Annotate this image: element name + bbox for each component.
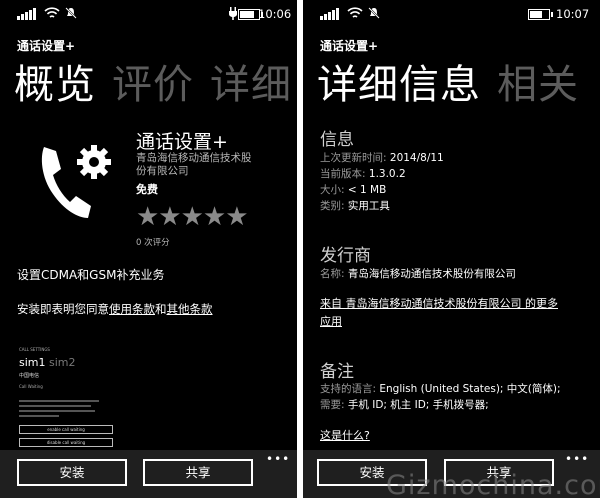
notes-heading: 备注 xyxy=(320,362,354,382)
screenshot-carrier: 中国电信 xyxy=(19,373,40,379)
screenshot-disable-button: disable call waiting xyxy=(19,438,113,447)
battery-icon xyxy=(238,9,263,20)
app-icon-phone-gear xyxy=(41,145,111,218)
publisher-name-row: 名称: 青岛海信移动通信技术股份有限公司 xyxy=(320,268,516,280)
pivot-tab-reviews[interactable]: 评价 xyxy=(112,62,194,108)
screenshot-text-line xyxy=(19,405,91,407)
screenshot-section: Call Waiting xyxy=(19,384,43,389)
watermark: Gizmochina.com xyxy=(386,470,600,498)
publisher-name[interactable]: 青岛海信移动通信技术股份有限公司 xyxy=(136,152,254,178)
screenshot-text-line xyxy=(19,410,95,412)
phone-screen-overview: 10:06 通话设置+ 概览 评价 详细 通话设置+ 青岛海信移动通信技术股份有限公… xyxy=(0,0,297,498)
wifi-icon xyxy=(347,7,363,18)
languages-row: 支持的语言: English (United States); 中文(简体); xyxy=(320,383,561,395)
rating-stars[interactable]: ★★★★★ xyxy=(136,204,249,230)
info-size-row: 大小: < 1 MB xyxy=(320,184,387,196)
signal-icon xyxy=(320,8,340,20)
signal-icon xyxy=(17,8,37,20)
info-updated-row: 上次更新时间: 2014/8/11 xyxy=(320,152,444,164)
app-screenshot-thumbnail[interactable]: CALL SETTINGS sim1 sim2 中国电信 Call Waitin… xyxy=(17,332,113,450)
info-category-row: 类别: 实用工具 xyxy=(320,200,390,212)
info-heading: 信息 xyxy=(320,130,354,150)
what-is-this-link[interactable]: 这是什么? xyxy=(320,427,370,443)
mute-bell-icon xyxy=(368,7,380,19)
info-version-row: 当前版本: 1.3.0.2 xyxy=(320,168,406,180)
terms-prefix: 安装即表明您同意 xyxy=(17,302,109,316)
screenshot-enable-button: enable call waiting xyxy=(19,425,113,434)
status-bar: 10:06 xyxy=(0,0,297,28)
more-icon[interactable]: ••• xyxy=(266,452,290,466)
rating-count: 0 次评分 xyxy=(136,238,170,248)
pivot-tab-details[interactable]: 详细 xyxy=(210,62,292,108)
screenshot-text-line xyxy=(19,415,59,417)
screenshot-text-line xyxy=(19,400,99,402)
terms-of-use-link[interactable]: 使用条款 xyxy=(109,302,155,316)
share-button[interactable]: 共享 xyxy=(143,459,253,486)
install-button[interactable]: 安装 xyxy=(17,459,127,486)
pivot-header: 概览 评价 详细 xyxy=(14,52,297,110)
mute-bell-icon xyxy=(65,7,77,19)
more-icon[interactable]: ••• xyxy=(565,452,589,466)
pivot-tab-overview[interactable]: 概览 xyxy=(14,62,96,108)
clock: 10:06 xyxy=(258,7,292,21)
terms-mid: 和 xyxy=(155,302,167,316)
app-name: 通话设置+ xyxy=(136,131,228,153)
status-bar: 10:07 xyxy=(303,0,600,28)
battery-icon xyxy=(528,9,553,20)
screenshot-header: CALL SETTINGS xyxy=(19,347,50,352)
screenshot-sim-tabs: sim1 sim2 xyxy=(19,356,76,369)
app-description: 设置CDMA和GSM补充业务 xyxy=(17,268,165,282)
requirements-row: 需要: 手机 ID; 机主 ID; 手机拨号器; xyxy=(320,399,489,411)
pivot-header: 详细信息 相关 xyxy=(317,52,595,110)
wifi-icon xyxy=(44,7,60,18)
clock: 10:07 xyxy=(556,7,590,21)
more-apps-link-cont[interactable]: 应用 xyxy=(320,313,342,329)
charging-plug-icon xyxy=(229,7,237,20)
publisher-heading: 发行商 xyxy=(320,246,371,266)
app-bar: 安装 共享 ••• xyxy=(0,450,297,498)
other-terms-link[interactable]: 其他条款 xyxy=(167,302,213,316)
terms-text: 安装即表明您同意使用条款和其他条款 xyxy=(17,301,213,317)
more-apps-link[interactable]: 来自 青岛海信移动通信技术股份有限公司 的更多 xyxy=(320,295,558,311)
phone-screen-details: 10:07 通话设置+ 详细信息 相关 信息 上次更新时间: 2014/8/11 … xyxy=(303,0,600,498)
price-label: 免费 xyxy=(136,183,158,196)
pivot-tab-details[interactable]: 详细信息 xyxy=(317,62,481,108)
pivot-tab-related[interactable]: 相关 xyxy=(497,62,579,108)
